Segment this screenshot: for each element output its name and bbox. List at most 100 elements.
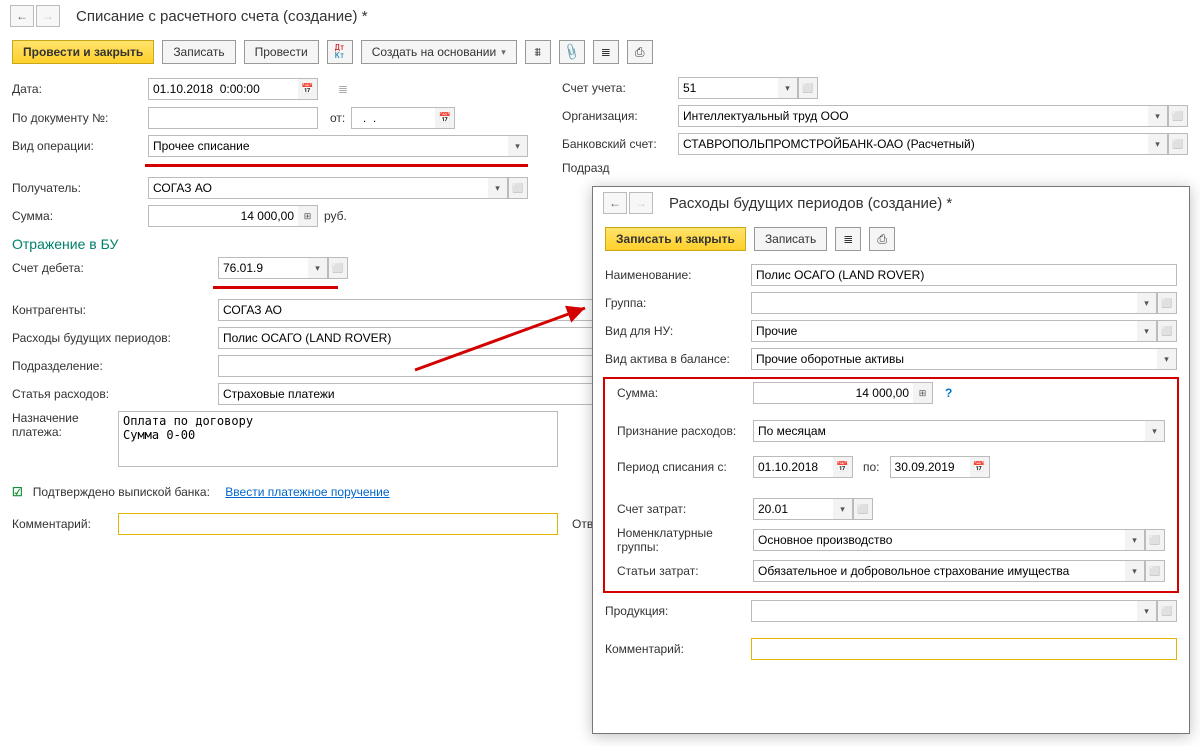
paperclip-icon: 📎 [562, 42, 582, 62]
costacc-input[interactable] [753, 498, 833, 520]
docdate-input[interactable] [351, 107, 435, 129]
product-input[interactable] [751, 600, 1137, 622]
periodto-label: по: [863, 460, 880, 474]
periodto-input[interactable] [890, 456, 970, 478]
output-icon-button[interactable]: ⎙ [869, 227, 895, 251]
sum-input[interactable] [148, 205, 298, 227]
dropdown-icon[interactable] [1137, 320, 1157, 342]
optype-label: Вид операции: [12, 139, 142, 153]
open-icon[interactable] [853, 498, 873, 520]
recognition-input[interactable] [753, 420, 1145, 442]
dropdown-icon[interactable] [1125, 529, 1145, 551]
open-icon[interactable] [798, 77, 818, 99]
highlight-underline [145, 164, 528, 167]
costitems-input[interactable] [753, 560, 1125, 582]
subdiv-label: Подразд [562, 161, 612, 175]
save-and-close-button[interactable]: Записать и закрыть [605, 227, 746, 251]
dropdown-icon[interactable] [1148, 105, 1168, 127]
periodfrom-input[interactable] [753, 456, 833, 478]
sum-input[interactable] [753, 382, 913, 404]
save-button[interactable]: Записать [162, 40, 235, 64]
group-input[interactable] [751, 292, 1137, 314]
dropdown-icon[interactable] [488, 177, 508, 199]
comment-input[interactable] [118, 513, 558, 535]
open-icon[interactable] [328, 257, 348, 279]
calc-icon[interactable]: ⊞ [298, 205, 318, 227]
lock-icon: ≣ [330, 77, 356, 101]
open-icon[interactable] [1157, 292, 1177, 314]
nav-back-button[interactable]: ← [10, 5, 34, 27]
optype-input[interactable] [148, 135, 508, 157]
dropdown-icon[interactable] [1137, 292, 1157, 314]
output-icon-button[interactable]: ⎙ [627, 40, 653, 64]
attach-icon-button[interactable]: 📎 [559, 40, 585, 64]
dept-label: Подразделение: [12, 359, 212, 373]
open-icon[interactable] [1145, 529, 1165, 551]
assettype-input[interactable] [751, 348, 1157, 370]
toolbar: Провести и закрыть Записать Провести ДтК… [0, 35, 1200, 74]
calendar-icon[interactable] [833, 456, 853, 478]
check-icon[interactable]: ☑ [12, 485, 23, 499]
recipient-label: Получатель: [12, 181, 142, 195]
contragent-input[interactable] [218, 299, 628, 321]
sum-label: Сумма: [12, 209, 142, 223]
calendar-icon[interactable] [970, 456, 990, 478]
org-input[interactable] [678, 105, 1148, 127]
purpose-input[interactable] [118, 411, 558, 467]
dropdown-icon[interactable] [1145, 420, 1165, 442]
account-input[interactable] [678, 77, 778, 99]
dropdown-icon[interactable] [1157, 348, 1177, 370]
calendar-icon[interactable] [298, 78, 318, 100]
open-icon[interactable] [1157, 600, 1177, 622]
nav-forward-button[interactable]: → [629, 192, 653, 214]
name-input[interactable] [751, 264, 1177, 286]
recipient-input[interactable] [148, 177, 488, 199]
highlight-box: Сумма: ⊞ ? Признание расходов: Период сп… [603, 377, 1179, 593]
enter-payment-link[interactable]: Ввести платежное поручение [225, 485, 389, 499]
open-icon[interactable] [508, 177, 528, 199]
nav-forward-button[interactable]: → [36, 5, 60, 27]
help-icon[interactable]: ? [945, 386, 952, 400]
calendar-icon[interactable] [435, 107, 455, 129]
calc-icon[interactable]: ⊞ [913, 382, 933, 404]
create-from-button[interactable]: Создать на основании [361, 40, 517, 64]
register-icon-button[interactable]: ≣ [835, 227, 861, 251]
open-icon[interactable] [1145, 560, 1165, 582]
rbp-input[interactable] [218, 327, 628, 349]
sum-label: Сумма: [617, 386, 747, 400]
debitacc-input[interactable] [218, 257, 308, 279]
date-input[interactable] [148, 78, 298, 100]
dtkt-icon-button[interactable]: ДтКт [327, 40, 353, 64]
post-and-close-button[interactable]: Провести и закрыть [12, 40, 154, 64]
save-button[interactable]: Записать [754, 227, 827, 251]
open-icon[interactable] [1168, 133, 1188, 155]
periodfrom-label: Период списания с: [617, 460, 747, 474]
nomgroup-label: Номенклатурные группы: [617, 526, 747, 554]
dropdown-icon[interactable] [1148, 133, 1168, 155]
dropdown-icon[interactable] [308, 257, 328, 279]
structure-icon-button[interactable]: ⩩ [525, 40, 551, 64]
overlay-title-bar: ← → Расходы будущих периодов (создание) … [593, 187, 1189, 222]
nutype-label: Вид для НУ: [605, 324, 745, 338]
open-icon[interactable] [1168, 105, 1188, 127]
dropdown-icon[interactable] [508, 135, 528, 157]
org-label: Организация: [562, 109, 672, 123]
nomgroup-input[interactable] [753, 529, 1125, 551]
expitem-input[interactable] [218, 383, 628, 405]
bankacc-label: Банковский счет: [562, 137, 672, 151]
nav-back-button[interactable]: ← [603, 192, 627, 214]
comment-input[interactable] [751, 638, 1177, 660]
dropdown-icon[interactable] [778, 77, 798, 99]
register-icon-button[interactable]: ≣ [593, 40, 619, 64]
purpose-label: Назначение платежа: [12, 411, 112, 439]
post-button[interactable]: Провести [244, 40, 319, 64]
dropdown-icon[interactable] [833, 498, 853, 520]
dept-input[interactable] [218, 355, 628, 377]
bankacc-input[interactable] [678, 133, 1148, 155]
open-icon[interactable] [1157, 320, 1177, 342]
dropdown-icon[interactable] [1137, 600, 1157, 622]
docnum-input[interactable] [148, 107, 318, 129]
docnum-label: По документу №: [12, 111, 142, 125]
nutype-input[interactable] [751, 320, 1137, 342]
dropdown-icon[interactable] [1125, 560, 1145, 582]
